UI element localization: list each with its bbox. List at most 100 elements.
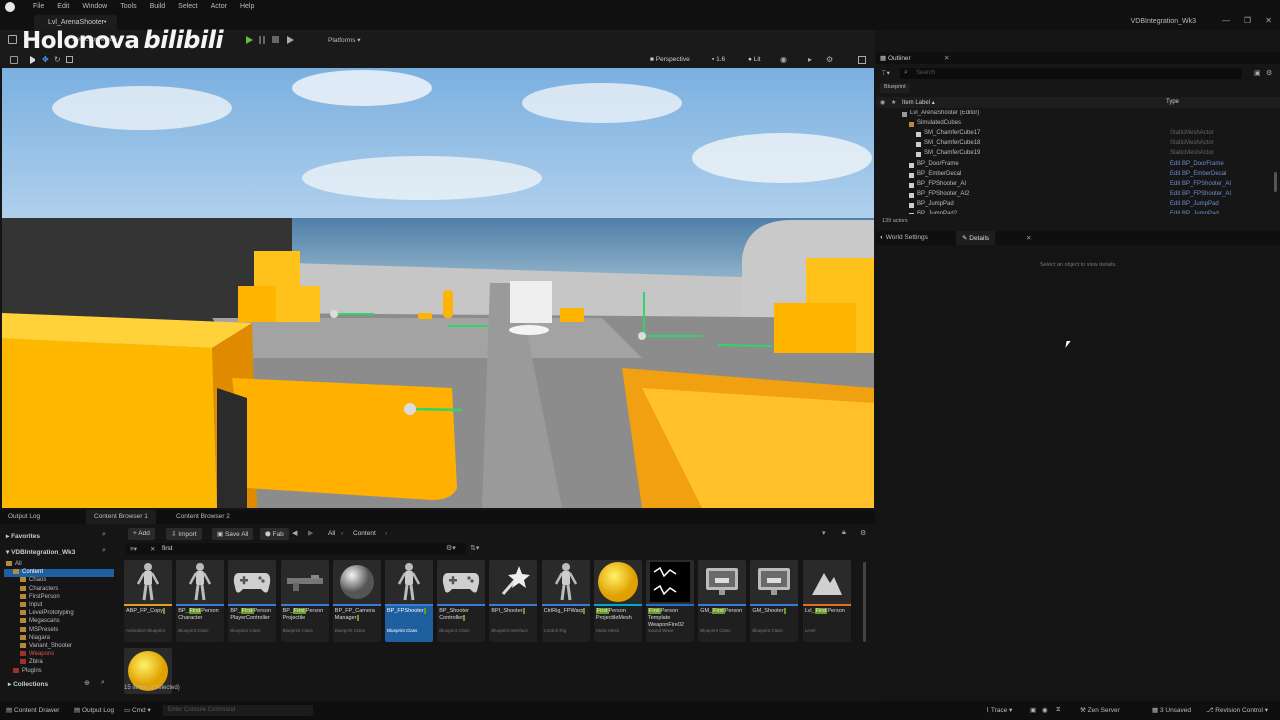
tree-folder-weapons[interactable]: Weapons (4, 651, 114, 659)
sort-icon[interactable]: ⇅▾ (470, 544, 479, 552)
menu-build[interactable]: Build (150, 3, 166, 10)
view-options-icon[interactable]: ⚙▾ (446, 544, 456, 552)
asset-tile[interactable]: GM_FirstPerson Blueprint Class (698, 560, 747, 642)
column-item-label[interactable]: Item Label ▴ (902, 99, 935, 106)
save-all-button[interactable]: ▣ Save All (212, 528, 254, 540)
outliner-row[interactable]: BP_EmberDecal Edit BP_EmberDecal (876, 171, 1280, 181)
tree-folder-content[interactable]: Content (4, 569, 114, 578)
tree-folder-megascans[interactable]: Megascans (4, 618, 114, 626)
show-icon[interactable]: ◉ (780, 55, 787, 64)
add-button[interactable]: + Add (128, 528, 155, 540)
realtime-icon[interactable]: ▸ (808, 55, 812, 64)
tree-folder-firstperson[interactable]: FirstPerson (4, 593, 114, 602)
tab-content-browser-1[interactable]: Content Browser 1 (86, 510, 156, 524)
tree-folder-mspresets[interactable]: MSPresets (4, 626, 114, 635)
outliner-scrollbar[interactable] (1274, 172, 1277, 192)
clear-search-icon[interactable]: ✕ (150, 545, 155, 553)
outliner-row[interactable]: SM_ChamferCube18 StaticMeshActor (876, 140, 1280, 150)
pin-column-icon[interactable]: ★ (891, 99, 896, 106)
asset-scrollbar[interactable] (863, 562, 866, 642)
edit-blueprint-link[interactable]: Edit BP_EmberDecal (1170, 171, 1226, 177)
launch-icon[interactable] (287, 36, 294, 44)
menu-window[interactable]: Window (82, 3, 107, 10)
outliner-row[interactable]: SM_ChamferCube19 StaticMeshActor (876, 150, 1280, 160)
zen-server-button[interactable]: ⚒ Zen Server (1080, 706, 1120, 714)
output-log-button[interactable]: ▤ Output Log (74, 706, 114, 714)
tree-folder-input[interactable]: Input (4, 602, 114, 610)
asset-tile[interactable]: BPI_Shooter Blueprint Interface (489, 560, 538, 642)
menu-tools[interactable]: Tools (120, 3, 136, 10)
outliner-row[interactable]: BP_JumpPad Edit BP_JumpPad (876, 201, 1280, 211)
outliner-row[interactable]: BP_JumpPad2 Edit BP_JumpPad (876, 211, 1280, 214)
content-drawer-button[interactable]: ▤ Content Drawer (6, 706, 59, 714)
move-tool-icon[interactable]: ✥ (42, 55, 49, 64)
trace-dropdown[interactable]: ⌇ Trace ▾ (986, 706, 1012, 714)
tree-folder-plugins[interactable]: Plugins (4, 667, 114, 676)
select-tool-icon[interactable] (30, 56, 38, 64)
tree-folder-variant-shooter[interactable]: Variant_Shooter (4, 643, 114, 651)
outliner-row[interactable]: BP_DoorFrame Edit BP_DoorFrame (876, 161, 1280, 171)
outliner-row[interactable]: BP_FPShooter_AI2 Edit BP_FPShooter_AI (876, 191, 1280, 201)
outliner-add-icon[interactable]: ▣ (1254, 69, 1261, 77)
outliner-filter-icon[interactable]: ⊤▾ (881, 69, 890, 77)
favorites-header[interactable]: ▸ Favorites (6, 532, 40, 540)
edit-blueprint-link[interactable]: Edit BP_DoorFrame (1170, 161, 1224, 167)
outliner-row[interactable]: Lvl_ArenaShooter (Editor) (876, 110, 1280, 120)
asset-tile[interactable]: CtrlRig_FPWarp Control Rig (541, 560, 590, 642)
filter-icon[interactable]: ≡▾ (130, 545, 137, 553)
tree-folder-characters[interactable]: Characters (4, 585, 114, 594)
edit-blueprint-link[interactable]: Edit BP_FPShooter_AI (1170, 181, 1231, 187)
outliner-row[interactable]: SimulatedCubes (876, 120, 1280, 130)
edit-blueprint-link[interactable]: Edit BP_FPShooter_AI (1170, 191, 1231, 197)
search-assets-input[interactable]: ≡▾ ✕ first ⚙▾ (126, 543, 466, 555)
tab-content-browser-2[interactable]: Content Browser 2 (168, 510, 238, 524)
column-type[interactable]: Type (1166, 99, 1179, 105)
console-input[interactable]: Enter Console Command (163, 705, 313, 716)
play-icon[interactable] (246, 36, 253, 44)
tab-details[interactable]: ✎ Details (956, 231, 996, 245)
search-folders-icon[interactable]: ⌕ (102, 547, 106, 555)
asset-tile[interactable]: ABP_FP_Copy Animation Blueprint (124, 560, 172, 642)
tab-output-log[interactable]: Output Log (0, 510, 48, 524)
asset-tile[interactable]: FirstPerson ProjectileMesh Static Mesh (593, 560, 642, 642)
scale-tool-icon[interactable] (66, 56, 73, 63)
stop-icon[interactable] (272, 36, 279, 43)
history-forward-icon[interactable]: ▶ (308, 529, 313, 537)
outliner-search-input[interactable]: ⌕ Search (900, 68, 1242, 79)
save-icon[interactable] (8, 35, 17, 44)
level-viewport[interactable] (2, 68, 874, 508)
asset-tile[interactable]: BP_FirstPerson Character Blueprint Class (176, 560, 225, 642)
asset-tile[interactable]: FirstPerson Template WeaponFire02 Sound W… (646, 560, 694, 642)
tab-world-settings[interactable]: ◐ World Settings (880, 234, 928, 241)
search-collections-icon[interactable]: ⌕ (101, 679, 105, 687)
asset-tile[interactable]: BP_FP_Camera Manager Blueprint Class (332, 560, 381, 642)
breadcrumb-all[interactable]: All (328, 530, 335, 537)
tree-folder-levelprototyping[interactable]: LevelPrototyping (4, 610, 114, 618)
asset-tile[interactable]: BP_FirstPerson Projectile Blueprint Class (280, 560, 329, 642)
lock-icon[interactable]: 🔒︎ (842, 529, 846, 537)
tree-folder-chaos[interactable]: Chaos (4, 577, 114, 585)
breadcrumb-content[interactable]: Content (353, 530, 376, 537)
viewport-menu-icon[interactable] (10, 56, 18, 64)
derived-data-icon[interactable]: ⧖ (1056, 706, 1061, 714)
fab-button[interactable]: ⬢ Fab (260, 528, 289, 540)
asset-tile[interactable]: GM_Shooter Blueprint Class (750, 560, 799, 642)
edit-blueprint-link[interactable]: Edit BP_JumpPad (1170, 211, 1219, 214)
trace-tool-icon[interactable]: ▣ (1030, 706, 1036, 714)
menu-help[interactable]: Help (240, 3, 254, 10)
menu-actor[interactable]: Actor (211, 3, 227, 10)
path-dropdown-icon[interactable]: ▾ (822, 529, 826, 537)
asset-tile[interactable]: BP_FirstPerson PlayerController Blueprint… (228, 560, 277, 642)
camera-speed[interactable]: ▪ 1.6 (712, 56, 725, 63)
outliner-row[interactable]: SM_ChamferCube17 StaticMeshActor (876, 130, 1280, 140)
outliner-row[interactable]: BP_FPShooter_AI Edit BP_FPShooter_AI (876, 181, 1280, 191)
collections-header[interactable]: ▸ Collections ⊕ ⌕ (0, 678, 118, 690)
settings-gear-icon[interactable]: ⚙ (826, 55, 833, 64)
tree-folder-zbira[interactable]: Zbira (4, 659, 114, 667)
tree-folder-niagara[interactable]: Niagara (4, 634, 114, 643)
asset-tile[interactable]: BP_Shooter Controller Blueprint Class (437, 560, 486, 642)
asset-tile[interactable]: Lvl_FirstPerson Level (802, 560, 851, 642)
platforms-dropdown[interactable]: Platforms ▾ (328, 36, 361, 44)
close-outliner-icon[interactable]: ✕ (944, 54, 949, 62)
layout-icon[interactable] (858, 56, 866, 64)
